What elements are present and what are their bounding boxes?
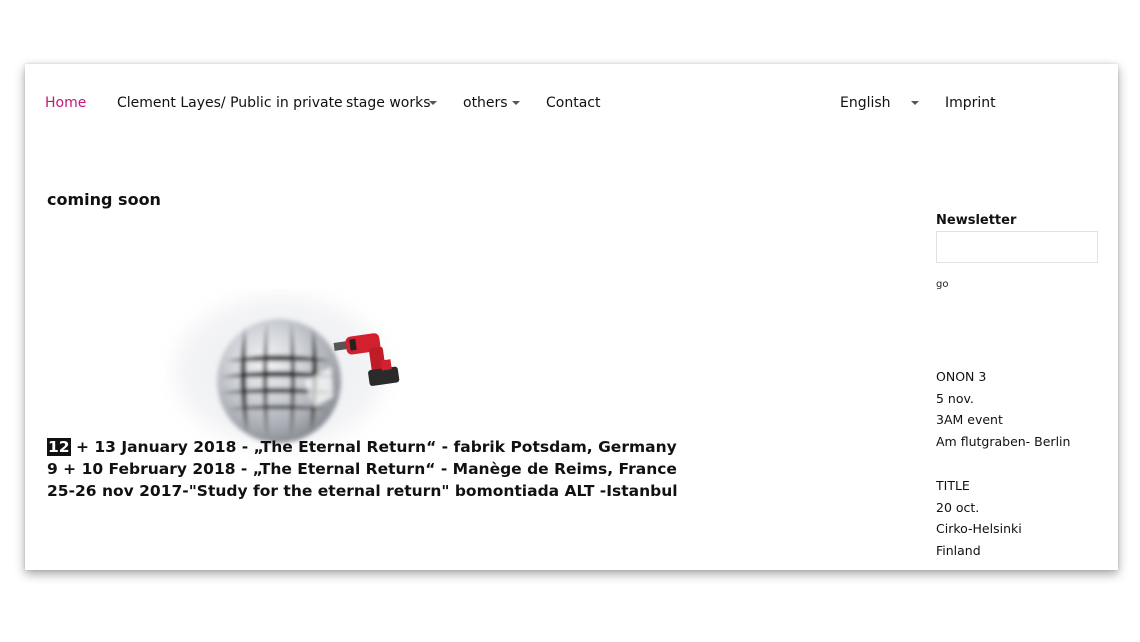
newsletter-label: Newsletter (936, 213, 1017, 228)
go-button[interactable]: go (936, 279, 948, 290)
highlighted-date: 12 (47, 438, 71, 456)
nav-home[interactable]: Home (45, 95, 86, 111)
entry-line: TITLE (936, 478, 970, 493)
entry-line: 20 oct. (936, 499, 980, 515)
chevron-down-icon[interactable] (429, 101, 437, 105)
entry-line: Cirko-Helsinki (936, 521, 1022, 537)
nav-public-in-private[interactable]: Clement Layes/ Public in private (117, 95, 343, 111)
nav-others[interactable]: others (463, 95, 508, 111)
nav-contact[interactable]: Contact (546, 95, 600, 111)
list-item: 25-26 nov 2017-"Study for the eternal re… (47, 482, 678, 500)
chevron-down-icon[interactable] (911, 101, 919, 105)
sidebar-entry: TITLE 20 oct. Cirko-Helsinki Finland (936, 475, 1022, 562)
newsletter-widget: Newsletter go (936, 213, 1106, 290)
page-heading: coming soon (47, 190, 161, 209)
event-list: 12 + 13 January 2018 - „The Eternal Retu… (47, 436, 678, 502)
nav-imprint[interactable]: Imprint (945, 95, 996, 111)
entry-line: 3AM event (936, 412, 1003, 428)
newsletter-email-input[interactable] (936, 231, 1098, 263)
entry-line: Finland (936, 543, 981, 559)
page-card: Home Clement Layes/ Public in private st… (25, 64, 1118, 570)
list-item: 12 + 13 January 2018 - „The Eternal Retu… (47, 436, 678, 458)
sidebar-entry: ONON 3 5 nov. 3AM event Am flutgraben- B… (936, 366, 1070, 453)
entry-line: 5 nov. (936, 390, 974, 406)
entry-line: Am flutgraben- Berlin (936, 434, 1071, 450)
list-item: 9 + 10 February 2018 - „The Eternal Retu… (47, 460, 677, 478)
language-select[interactable]: English (840, 95, 891, 111)
event-text: + 13 January 2018 - „The Eternal Return“… (70, 438, 677, 456)
nav-stage-works[interactable]: stage works (346, 95, 431, 111)
chevron-down-icon[interactable] (512, 101, 520, 105)
entry-line: ONON 3 (936, 369, 987, 384)
